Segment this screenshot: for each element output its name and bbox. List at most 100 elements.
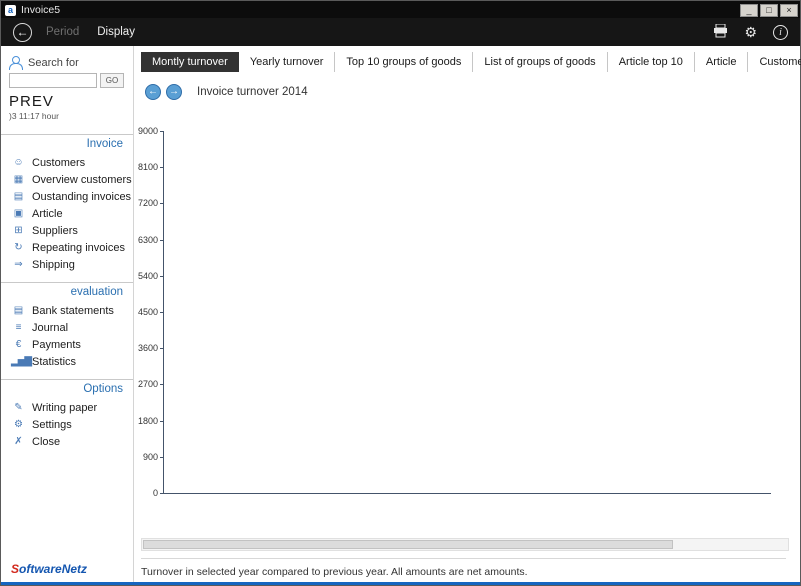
close-button[interactable]: × — [780, 4, 798, 17]
writing-paper-icon: ✎ — [11, 402, 25, 413]
y-axis-tick-label: 7200 — [126, 198, 158, 208]
outstanding-invoices-icon: ▤ — [11, 191, 25, 202]
sidebar-sections: Invoice ☺ Customers ▦Overview customers ▤ Ous… — [1, 134, 133, 450]
sidebar-item-label: Repeating invoices — [32, 242, 125, 254]
horizontal-scrollbar[interactable] — [141, 538, 789, 551]
sidebar-item-label: Customers — [32, 157, 85, 169]
y-axis-tick-label: 0 — [126, 488, 158, 498]
search-label: Search for — [28, 57, 79, 69]
footer-note: Turnover in selected year compared to pr… — [141, 558, 786, 578]
prev-subtext: )3 11:17 hour — [1, 110, 133, 125]
sidebar-item-label: Statistics — [32, 356, 76, 368]
sidebar-item-label: Payments — [32, 339, 81, 351]
overview-customers-icon: ▦ — [11, 174, 25, 185]
sidebar-item-repeating-invoices[interactable]: ↻ Repeating invoices — [1, 239, 133, 256]
statistics-icon: ▂▅▇ — [11, 356, 25, 367]
y-axis-tick — [160, 203, 164, 204]
go-button[interactable]: GO — [100, 73, 124, 88]
toolbar: ← Period Display ⚙ i — [1, 18, 800, 46]
sidebar-item-label: Article — [32, 208, 63, 220]
prev-label: PREV — [1, 88, 133, 110]
close-icon: ✗ — [11, 436, 25, 447]
y-axis-tick-label: 2700 — [126, 379, 158, 389]
y-axis-tick-label: 6300 — [126, 235, 158, 245]
sidebar-section-options: Options — [1, 379, 133, 399]
app-icon: a — [5, 5, 16, 16]
sidebar-item-article[interactable]: ▣ Article — [1, 205, 133, 222]
sidebar-item-label: Settings — [32, 419, 72, 431]
payments-icon: € — [11, 339, 25, 350]
sidebar-item-oustanding-invoices[interactable]: ▤ Oustanding invoices — [1, 188, 133, 205]
display-button[interactable]: Display — [97, 26, 135, 38]
sidebar-item-overview-customers[interactable]: ▦Overview customers — [1, 171, 133, 188]
y-axis-tick — [160, 312, 164, 313]
y-axis-tick-label: 900 — [126, 452, 158, 462]
y-axis-tick-label: 8100 — [126, 162, 158, 172]
sidebar-item-statistics[interactable]: ▂▅▇ Statistics — [1, 353, 133, 370]
tab-montly-turnover[interactable]: Montly turnover — [141, 52, 239, 72]
window-title: Invoice5 — [21, 4, 738, 16]
sidebar-item-customers[interactable]: ☺ Customers — [1, 154, 133, 171]
tab-list-of-groups-of-goods[interactable]: List of groups of goods — [473, 52, 607, 72]
settings-icon: ⚙ — [11, 419, 25, 430]
sidebar-item-suppliers[interactable]: ⊞ Suppliers — [1, 222, 133, 239]
sidebar-item-label: Writing paper — [32, 402, 97, 414]
article-icon: ▣ — [11, 208, 25, 219]
sidebar-item-close[interactable]: ✗Close — [1, 433, 133, 450]
sidebar: Search for GO PREV )3 11:17 hour Invoice… — [1, 46, 134, 582]
minimize-button[interactable]: _ — [740, 4, 758, 17]
y-axis-tick — [160, 421, 164, 422]
suppliers-icon: ⊞ — [11, 225, 25, 236]
sidebar-item-settings[interactable]: ⚙ Settings — [1, 416, 133, 433]
y-axis-tick — [160, 131, 164, 132]
sidebar-item-payments[interactable]: € Payments — [1, 336, 133, 353]
repeating-invoices-icon: ↻ — [11, 242, 25, 253]
sidebar-item-journal[interactable]: ≡ Journal — [1, 319, 133, 336]
back-icon[interactable]: ← — [13, 23, 32, 42]
chart-title: Invoice turnover 2014 — [197, 86, 308, 98]
y-axis-tick — [160, 493, 164, 494]
tab-top-10-groups-of-goods[interactable]: Top 10 groups of goods — [335, 52, 473, 72]
sidebar-item-label: Oustanding invoices — [32, 191, 131, 203]
tab-article[interactable]: Article — [695, 52, 749, 72]
y-axis-tick-label: 5400 — [126, 271, 158, 281]
bar-chart-plot: 0900180027003600450054006300720081009000 — [163, 131, 771, 494]
journal-icon: ≡ — [11, 322, 25, 333]
maximize-button[interactable]: □ — [760, 4, 778, 17]
search-row: Search for — [1, 56, 133, 69]
sidebar-item-label: Shipping — [32, 259, 75, 271]
y-axis-tick-label: 4500 — [126, 307, 158, 317]
gear-icon[interactable]: ⚙ — [744, 24, 757, 40]
y-axis-tick-label: 9000 — [126, 126, 158, 136]
search-input[interactable] — [9, 73, 97, 88]
bank-statements-icon: ▤ — [11, 305, 25, 316]
y-axis-tick — [160, 276, 164, 277]
sidebar-item-label: Bank statements — [32, 305, 114, 317]
main-content: Montly turnoverYearly turnoverTop 10 gro… — [135, 46, 800, 582]
sidebar-item-bank-statements[interactable]: ▤ Bank statements — [1, 302, 133, 319]
y-axis-tick — [160, 348, 164, 349]
logo-rest: oftwareNetz — [19, 562, 87, 576]
sidebar-item-writing-paper[interactable]: ✎ Writing paper — [1, 399, 133, 416]
shipping-icon: ⇒ — [11, 259, 25, 270]
prev-arrow-icon[interactable]: ← — [145, 84, 161, 100]
tab-yearly-turnover[interactable]: Yearly turnover — [239, 52, 336, 72]
next-arrow-icon[interactable]: → — [166, 84, 182, 100]
tab-customers[interactable]: Customers — [748, 52, 801, 72]
y-axis-tick — [160, 457, 164, 458]
scrollbar-thumb[interactable] — [143, 540, 673, 549]
print-icon[interactable] — [713, 24, 728, 41]
sidebar-item-label: Journal — [32, 322, 68, 334]
y-axis-tick — [160, 167, 164, 168]
app-window: a Invoice5 _□× ← Period Display ⚙ i Sear… — [0, 0, 801, 586]
info-icon[interactable]: i — [773, 25, 788, 40]
chart-nav-row: ← → Invoice turnover 2014 — [145, 84, 308, 100]
tab-article-top-10[interactable]: Article top 10 — [608, 52, 695, 72]
sidebar-item-label: Suppliers — [32, 225, 78, 237]
logo-first-letter: S — [11, 562, 19, 576]
sidebar-item-shipping[interactable]: ⇒ Shipping — [1, 256, 133, 273]
y-axis-tick-label: 3600 — [126, 343, 158, 353]
period-button: Period — [46, 26, 79, 38]
customers-icon: ☺ — [11, 157, 25, 168]
sidebar-section-invoice: Invoice — [1, 134, 133, 154]
